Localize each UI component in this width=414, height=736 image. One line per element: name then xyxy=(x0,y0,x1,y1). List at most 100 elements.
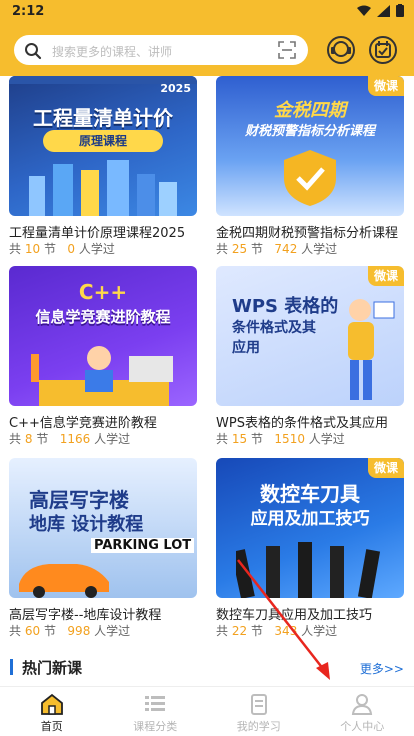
course-thumbnail[interactable]: 数控车刀具 应用及加工技巧 微课 xyxy=(216,458,404,598)
thumb-title: 金税四期 xyxy=(274,100,346,121)
thumb-subtitle: 应用及加工技巧 xyxy=(250,509,370,529)
thumb-subtitle: 原理课程 xyxy=(43,130,163,152)
bottom-tab-bar: 首页 课程分类 我的学习 个人中心 xyxy=(0,686,414,736)
lesson-unit: 节 xyxy=(43,242,56,256)
course-meta: 共 15 节 1510 人学过 xyxy=(216,430,412,447)
course-thumbnail[interactable]: 高层写字楼 地库 设计教程 PARKING LOT xyxy=(9,458,197,598)
hot-new-courses-header: 热门新课 更多>> xyxy=(0,650,414,684)
customer-service-icon[interactable] xyxy=(326,35,356,65)
micro-course-badge: 微课 xyxy=(368,458,404,478)
category-icon xyxy=(145,696,166,711)
learner-count: 742 xyxy=(274,242,298,256)
thumb-title: 高层写字楼 xyxy=(29,488,129,512)
tab-label: 我的学习 xyxy=(236,720,281,733)
course-meta: 共 10 节 0 人学过 xyxy=(9,240,205,257)
course-title: 数控车刀具应用及加工技巧 xyxy=(216,608,373,623)
learner-count: 1166 xyxy=(59,432,91,446)
micro-course-badge: 微课 xyxy=(368,266,404,286)
more-link[interactable]: 更多>> xyxy=(360,660,404,677)
section-title: 热门新课 xyxy=(22,659,83,677)
system-icons xyxy=(357,4,404,17)
car-illustration xyxy=(19,564,109,598)
thumb-title: C++ xyxy=(78,280,128,304)
course-title: 金税四期财税预警指标分析课程 xyxy=(216,226,399,241)
tab-home[interactable]: 首页 xyxy=(0,687,104,736)
shield-illustration xyxy=(284,150,336,206)
wifi-icon xyxy=(357,5,371,16)
learner-unit: 人学过 xyxy=(94,432,131,446)
course-thumbnail[interactable]: C++ 信息学竞赛进阶教程 xyxy=(9,266,197,406)
lesson-count: 60 xyxy=(24,624,41,638)
thumb-subtitle: 地库 设计教程 xyxy=(29,514,144,535)
thumb-year: 2025 xyxy=(160,82,191,95)
course-meta: 共 60 节 998 人学过 xyxy=(9,622,205,639)
course-title: 工程量清单计价原理课程2025 xyxy=(9,226,186,241)
tools-illustration xyxy=(236,542,381,598)
lesson-unit: 节 xyxy=(43,624,56,638)
top-bar: 搜索更多的课程、讲师 xyxy=(0,24,414,76)
tab-label: 首页 xyxy=(40,720,63,733)
scan-icon[interactable] xyxy=(278,41,296,59)
thumb-subtitle: 条件格式及其应用 xyxy=(232,320,316,356)
course-meta: 共 25 节 742 人学过 xyxy=(216,240,412,257)
course-title: WPS表格的条件格式及其应用 xyxy=(216,416,388,431)
course-meta: 共 8 节 1166 人学过 xyxy=(9,430,205,447)
search-icon xyxy=(25,43,42,60)
section-accent-bar xyxy=(10,659,13,675)
tab-label: 课程分类 xyxy=(133,720,178,733)
lesson-unit: 节 xyxy=(250,242,263,256)
course-title: C++信息学竞赛进阶教程 xyxy=(9,416,157,431)
thumb-title: WPS 表格的 xyxy=(232,296,339,317)
study-icon xyxy=(250,694,267,715)
learner-unit: 人学过 xyxy=(94,624,131,638)
lesson-unit: 节 xyxy=(250,432,263,446)
meta-prefix: 共 xyxy=(216,624,229,638)
checkin-icon[interactable] xyxy=(368,35,398,65)
learner-unit: 人学过 xyxy=(301,242,338,256)
learner-unit: 人学过 xyxy=(301,624,338,638)
search-input[interactable]: 搜索更多的课程、讲师 xyxy=(14,35,308,65)
lesson-count: 8 xyxy=(24,432,33,446)
learner-count: 343 xyxy=(274,624,298,638)
meta-prefix: 共 xyxy=(9,624,22,638)
course-thumbnail[interactable]: WPS 表格的 条件格式及其应用 微课 xyxy=(216,266,404,406)
thumb-parking: PARKING LOT xyxy=(91,538,195,553)
meta-prefix: 共 xyxy=(9,242,22,256)
learner-count: 998 xyxy=(67,624,91,638)
lesson-count: 15 xyxy=(231,432,248,446)
classroom-illustration xyxy=(31,346,173,406)
tab-my-study[interactable]: 我的学习 xyxy=(207,687,311,736)
tab-category[interactable]: 课程分类 xyxy=(104,687,208,736)
thumb-title: 数控车刀具 xyxy=(260,482,360,506)
tab-label: 个人中心 xyxy=(340,720,385,733)
lesson-unit: 节 xyxy=(250,624,263,638)
meta-prefix: 共 xyxy=(216,242,229,256)
profile-icon xyxy=(352,694,373,715)
meta-prefix: 共 xyxy=(9,432,22,446)
thumb-title: 工程量清单计价 xyxy=(33,106,173,130)
learner-count: 0 xyxy=(67,242,76,256)
signal-icon xyxy=(377,4,390,17)
course-thumbnail[interactable]: 2025 工程量清单计价 原理课程 xyxy=(9,76,197,216)
thumb-subtitle: 财税预警指标分析课程 xyxy=(244,124,375,139)
learner-unit: 人学过 xyxy=(308,432,345,446)
lesson-unit: 节 xyxy=(36,432,49,446)
course-thumbnail[interactable]: 金税四期 财税预警指标分析课程 微课 xyxy=(216,76,404,216)
meta-prefix: 共 xyxy=(216,432,229,446)
micro-course-badge: 微课 xyxy=(368,76,404,96)
status-bar: 2:12 xyxy=(0,0,414,24)
thumb-subtitle: 信息学竞赛进阶教程 xyxy=(35,308,171,326)
battery-icon xyxy=(396,4,404,17)
search-placeholder: 搜索更多的课程、讲师 xyxy=(52,45,173,59)
lesson-count: 22 xyxy=(231,624,248,638)
lesson-count: 25 xyxy=(231,242,248,256)
course-meta: 共 22 节 343 人学过 xyxy=(216,622,412,639)
city-illustration xyxy=(29,160,177,216)
tab-profile[interactable]: 个人中心 xyxy=(311,687,414,736)
learner-count: 1510 xyxy=(274,432,305,446)
status-time: 2:12 xyxy=(12,4,45,19)
lesson-count: 10 xyxy=(24,242,41,256)
course-title: 高层写字楼--地库设计教程 xyxy=(9,608,162,623)
person-illustration xyxy=(348,299,395,400)
home-icon xyxy=(40,693,63,715)
